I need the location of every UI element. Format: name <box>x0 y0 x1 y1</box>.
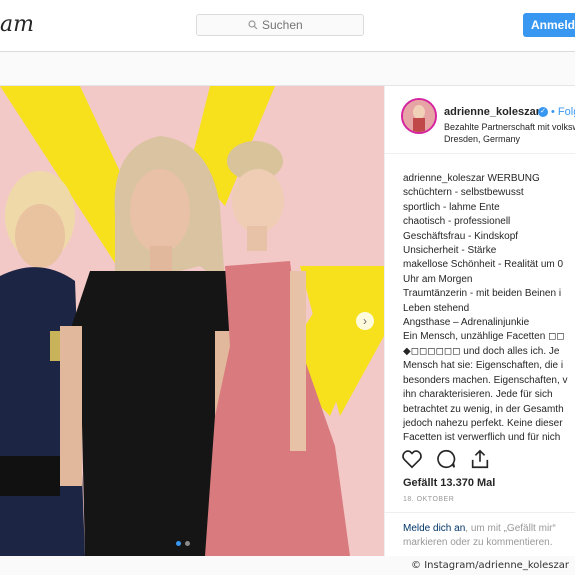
share-icon[interactable] <box>469 448 491 470</box>
avatar-image <box>403 100 435 132</box>
paid-partnership-label[interactable]: Bezahlte Partnerschaft mit volkswagen <box>444 122 575 132</box>
comment-area: Melde dich an, um mit „Gefällt mir“ mark… <box>385 512 575 556</box>
likes-count[interactable]: Gefällt 13.370 Mal <box>403 477 495 489</box>
caption-line: schüchtern - selbstbewusst <box>403 187 524 199</box>
search-input[interactable] <box>262 18 312 32</box>
caption-line: makellose Schönheit - Realität um 0 <box>403 259 564 271</box>
caption-line: sportlich - lahme Ente <box>403 201 500 213</box>
caption-line: Facetten ist verwerflich und für nich <box>403 432 561 444</box>
post-header: adrienne_koleszar ✓ • Folgen Bezahlte Pa… <box>385 86 575 154</box>
carousel-dot <box>176 541 181 546</box>
location-link[interactable]: Dresden, Germany <box>444 134 520 144</box>
caption-line: betrachtet zu wenig, in der Gesamth <box>403 403 564 415</box>
carousel-dot <box>185 541 190 546</box>
search-icon <box>248 20 258 30</box>
verified-icon: ✓ <box>538 107 548 117</box>
caption-line: Ein Mensch, unzählige Facetten ◻◻ <box>403 331 565 343</box>
caption-line: Uhr am Morgen <box>403 273 473 285</box>
caption-line: jedoch nahezu perfekt. Keine dieser <box>403 417 563 429</box>
instagram-logo[interactable]: am <box>0 12 34 37</box>
post-details-panel: adrienne_koleszar ✓ • Folgen Bezahlte Pa… <box>384 86 575 556</box>
caption-username[interactable]: adrienne_koleszar <box>403 173 485 184</box>
caption: adrienne_koleszar WERBUNG schüchtern - s… <box>403 172 575 446</box>
photo-credit: © Instagram/adrienne_koleszar <box>411 560 569 571</box>
search-box[interactable] <box>196 14 364 36</box>
heart-icon[interactable] <box>401 448 423 470</box>
comment-icon[interactable] <box>435 448 457 470</box>
carousel-dots <box>176 541 190 546</box>
chevron-right-icon: › <box>363 314 367 328</box>
caption-line: Unsicherheit - Stärke <box>403 245 497 257</box>
caption-line: Angsthase – Adrenalinjunkie <box>403 317 530 329</box>
caption-line: chaotisch - professionell <box>403 216 511 228</box>
post-photo <box>0 86 384 556</box>
username-link[interactable]: adrienne_koleszar <box>444 106 540 118</box>
follow-button[interactable]: • Folgen <box>551 106 575 118</box>
login-button[interactable]: Anmelden <box>523 13 575 37</box>
post-date: 18. OKTOBER <box>403 496 455 503</box>
post-container: › adrienne_koleszar ✓ • Folgen Bezahlte … <box>0 85 575 556</box>
caption-line: Mensch hat sie: Eigenschaften, die i <box>403 360 564 372</box>
login-link[interactable]: Melde dich an <box>403 523 465 534</box>
top-bar: am Anmelden <box>0 0 575 52</box>
caption-line: besonders machen. Eigenschaften, v <box>403 374 568 386</box>
caption-line: adrienne_koleszar WERBUNG <box>403 173 540 184</box>
caption-line: Traumtänzerin - mit beiden Beinen i <box>403 288 562 300</box>
login-prompt-line: Melde dich an, um mit „Gefällt mir“ <box>403 523 556 534</box>
avatar[interactable] <box>401 98 437 134</box>
caption-line: ◆◻◻◻◻◻◻ und doch alles ich. Je <box>403 345 560 357</box>
caption-line: Geschäftsfrau - Kindskopf <box>403 230 519 242</box>
login-prompt: Melde dich an, um mit „Gefällt mir“ mark… <box>403 522 575 550</box>
caption-line: ihn charakterisieren. Jede für sich <box>403 389 553 401</box>
login-prompt-line: markieren oder zu kommentieren. <box>403 537 553 548</box>
post-image[interactable]: › <box>0 86 384 556</box>
caption-line: Leben stehend <box>403 302 470 314</box>
post-actions <box>401 448 491 470</box>
next-slide-button[interactable]: › <box>356 312 374 330</box>
